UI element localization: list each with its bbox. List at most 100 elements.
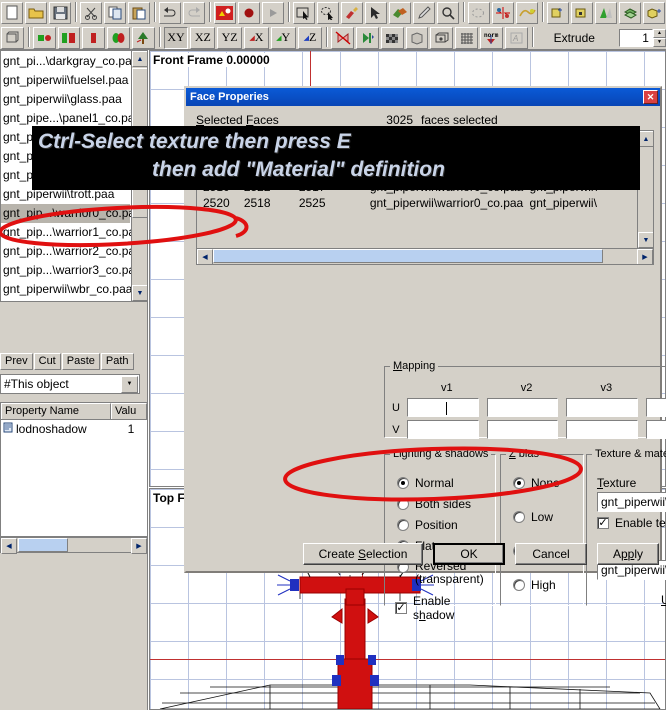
list-item[interactable]: gnt_piperwii\fuelsel.paa [1,71,130,90]
new-file-icon[interactable] [1,2,23,24]
list-item[interactable]: gnt_piperwii\wbr_co.paa [1,280,130,299]
mapping-u-v2-input[interactable] [487,398,559,417]
pen-icon[interactable] [413,2,435,24]
table-row[interactable]: 252025182525gnt_piperwii\warrior0_co.paa… [197,195,636,211]
mapping-v-v1-input[interactable] [407,420,479,439]
extrude-spin-arrows[interactable]: ▲ ▼ [653,29,666,47]
point-square-icon[interactable] [571,2,593,24]
prev-button[interactable]: Prev [0,353,33,370]
record-icon[interactable] [238,2,260,24]
hscrollbar-thumb[interactable] [18,538,68,552]
normals-icon[interactable]: norm [480,27,503,49]
path-button[interactable]: Path [101,353,134,370]
cut-scissors-icon[interactable] [80,2,102,24]
list-item[interactable]: gnt_pip...\warrior0_co.paa [1,204,130,223]
dialog-title-bar[interactable]: Face Properies ✕ [186,88,660,106]
ok-button[interactable]: OK [433,543,505,565]
radio-zbias-low[interactable]: Low [513,510,553,524]
box-view-icon[interactable] [1,27,24,49]
scroll-up-icon[interactable]: ▲ [132,51,148,67]
open-folder-icon[interactable] [25,2,47,24]
scroll-down-icon[interactable]: ▼ [132,285,148,301]
mapping-v-v3-input[interactable] [566,420,638,439]
spin-up-icon[interactable]: ▲ [653,29,666,38]
texture-input[interactable]: gnt_piperwii\warrior0_co.paa [597,492,666,512]
paint-select-icon[interactable] [341,2,363,24]
select-rect-icon[interactable] [293,2,315,24]
paste-button[interactable]: Paste [62,353,100,370]
axis-button-xy[interactable]: XY [164,27,189,49]
mapping-u-v4-input[interactable] [646,398,666,417]
hscroll-right-icon[interactable]: ▶ [131,538,147,554]
animate-icon[interactable] [516,2,538,24]
select-lasso-icon[interactable] [317,2,339,24]
face-hscroll-left-icon[interactable]: ◀ [197,249,213,265]
cube-solid-icon[interactable] [406,27,429,49]
property-hscrollbar[interactable]: ◀ ▶ [0,537,148,553]
save-disk-icon[interactable] [49,2,71,24]
mapping-u-v3-input[interactable] [566,398,638,417]
cube-add-icon[interactable] [643,2,665,24]
property-list[interactable]: Property Name Valu lodnoshadow 1 [0,402,148,537]
redo-icon[interactable] [183,2,205,24]
cut-button[interactable]: Cut [34,353,61,370]
list-item[interactable]: gnt_pip...\warrior1_co.paa [1,223,130,242]
axis-button-yz[interactable]: YZ [217,27,242,49]
axis-button-z[interactable]: ◢Z [298,27,323,49]
property-value[interactable]: 1 [116,422,146,436]
grid-icon[interactable] [455,27,478,49]
axis-button-y[interactable]: ◢Y [271,27,296,49]
extrude-stepper[interactable]: 1 ▲ ▼ [619,29,666,47]
face-hscroll-thumb[interactable] [213,249,603,263]
script-icon[interactable]: A [505,27,528,49]
double-face-icon[interactable] [107,27,130,49]
list-item[interactable]: gnt_pi...\darkgray_co.paa [1,52,130,71]
point-add-icon[interactable] [547,2,569,24]
faces-icon[interactable] [58,27,81,49]
chevron-down-icon[interactable]: ▼ [121,376,138,393]
cancel-button[interactable]: Cancel [515,543,587,565]
object-scope-combo[interactable]: #This object ▼ [0,374,140,394]
hscroll-left-icon[interactable]: ◀ [1,538,17,554]
face-list-hscrollbar[interactable]: ◀ ▶ [197,248,653,264]
arrow-select-icon[interactable] [365,2,387,24]
checker-icon[interactable] [381,27,404,49]
mapping-v-v2-input[interactable] [487,420,559,439]
vertex-green-red-icon[interactable] [33,27,56,49]
copy-icon[interactable] [104,2,126,24]
face-hscroll-right-icon[interactable]: ▶ [637,249,653,265]
texture-apply-icon[interactable] [389,2,411,24]
mapping-u-v1-input[interactable] [407,398,479,417]
apply-button[interactable]: Apply [597,543,659,565]
face-scroll-up-icon[interactable]: ▲ [638,131,654,147]
close-icon[interactable]: ✕ [643,90,658,104]
surface-icon[interactable] [619,2,641,24]
radio-lighting-normal[interactable]: Normal [397,476,454,490]
paste-icon[interactable] [128,2,150,24]
spin-down-icon[interactable]: ▼ [653,38,666,47]
no-texture-icon[interactable] [331,27,354,49]
list-item[interactable]: gnt_pip...\warrior2_co.paa [1,242,130,261]
play-icon[interactable] [262,2,284,24]
insert-icon[interactable] [356,27,379,49]
tree-icon[interactable] [132,27,155,49]
create-selection-button[interactable]: Create Selection [303,543,423,565]
property-row[interactable]: lodnoshadow 1 [1,420,147,437]
face-scroll-down-icon[interactable]: ▼ [638,232,654,248]
single-face-icon[interactable] [82,27,105,49]
mirror-icon[interactable] [492,2,514,24]
radio-lighting-position[interactable]: Position [397,518,458,532]
radio-zbias-high[interactable]: High [513,578,556,592]
extrude-value[interactable]: 1 [619,29,653,47]
radio-lighting-both-sides[interactable]: Both sides [397,497,471,511]
enable-shadow-checkbox[interactable]: ✓ Enable shadow [395,594,495,622]
enable-texture-merging-checkbox[interactable]: ✓ Enable texture merging [597,516,666,530]
axis-button-x[interactable]: ◢X [244,27,269,49]
texture-swatch-icon[interactable] [214,2,236,24]
axis-button-xz[interactable]: XZ [190,27,215,49]
mapping-v-v4-input[interactable] [646,420,666,439]
magnify-icon[interactable] [437,2,459,24]
undo-icon[interactable] [159,2,181,24]
face-split-icon[interactable] [595,2,617,24]
box-wire-icon[interactable] [430,27,453,49]
